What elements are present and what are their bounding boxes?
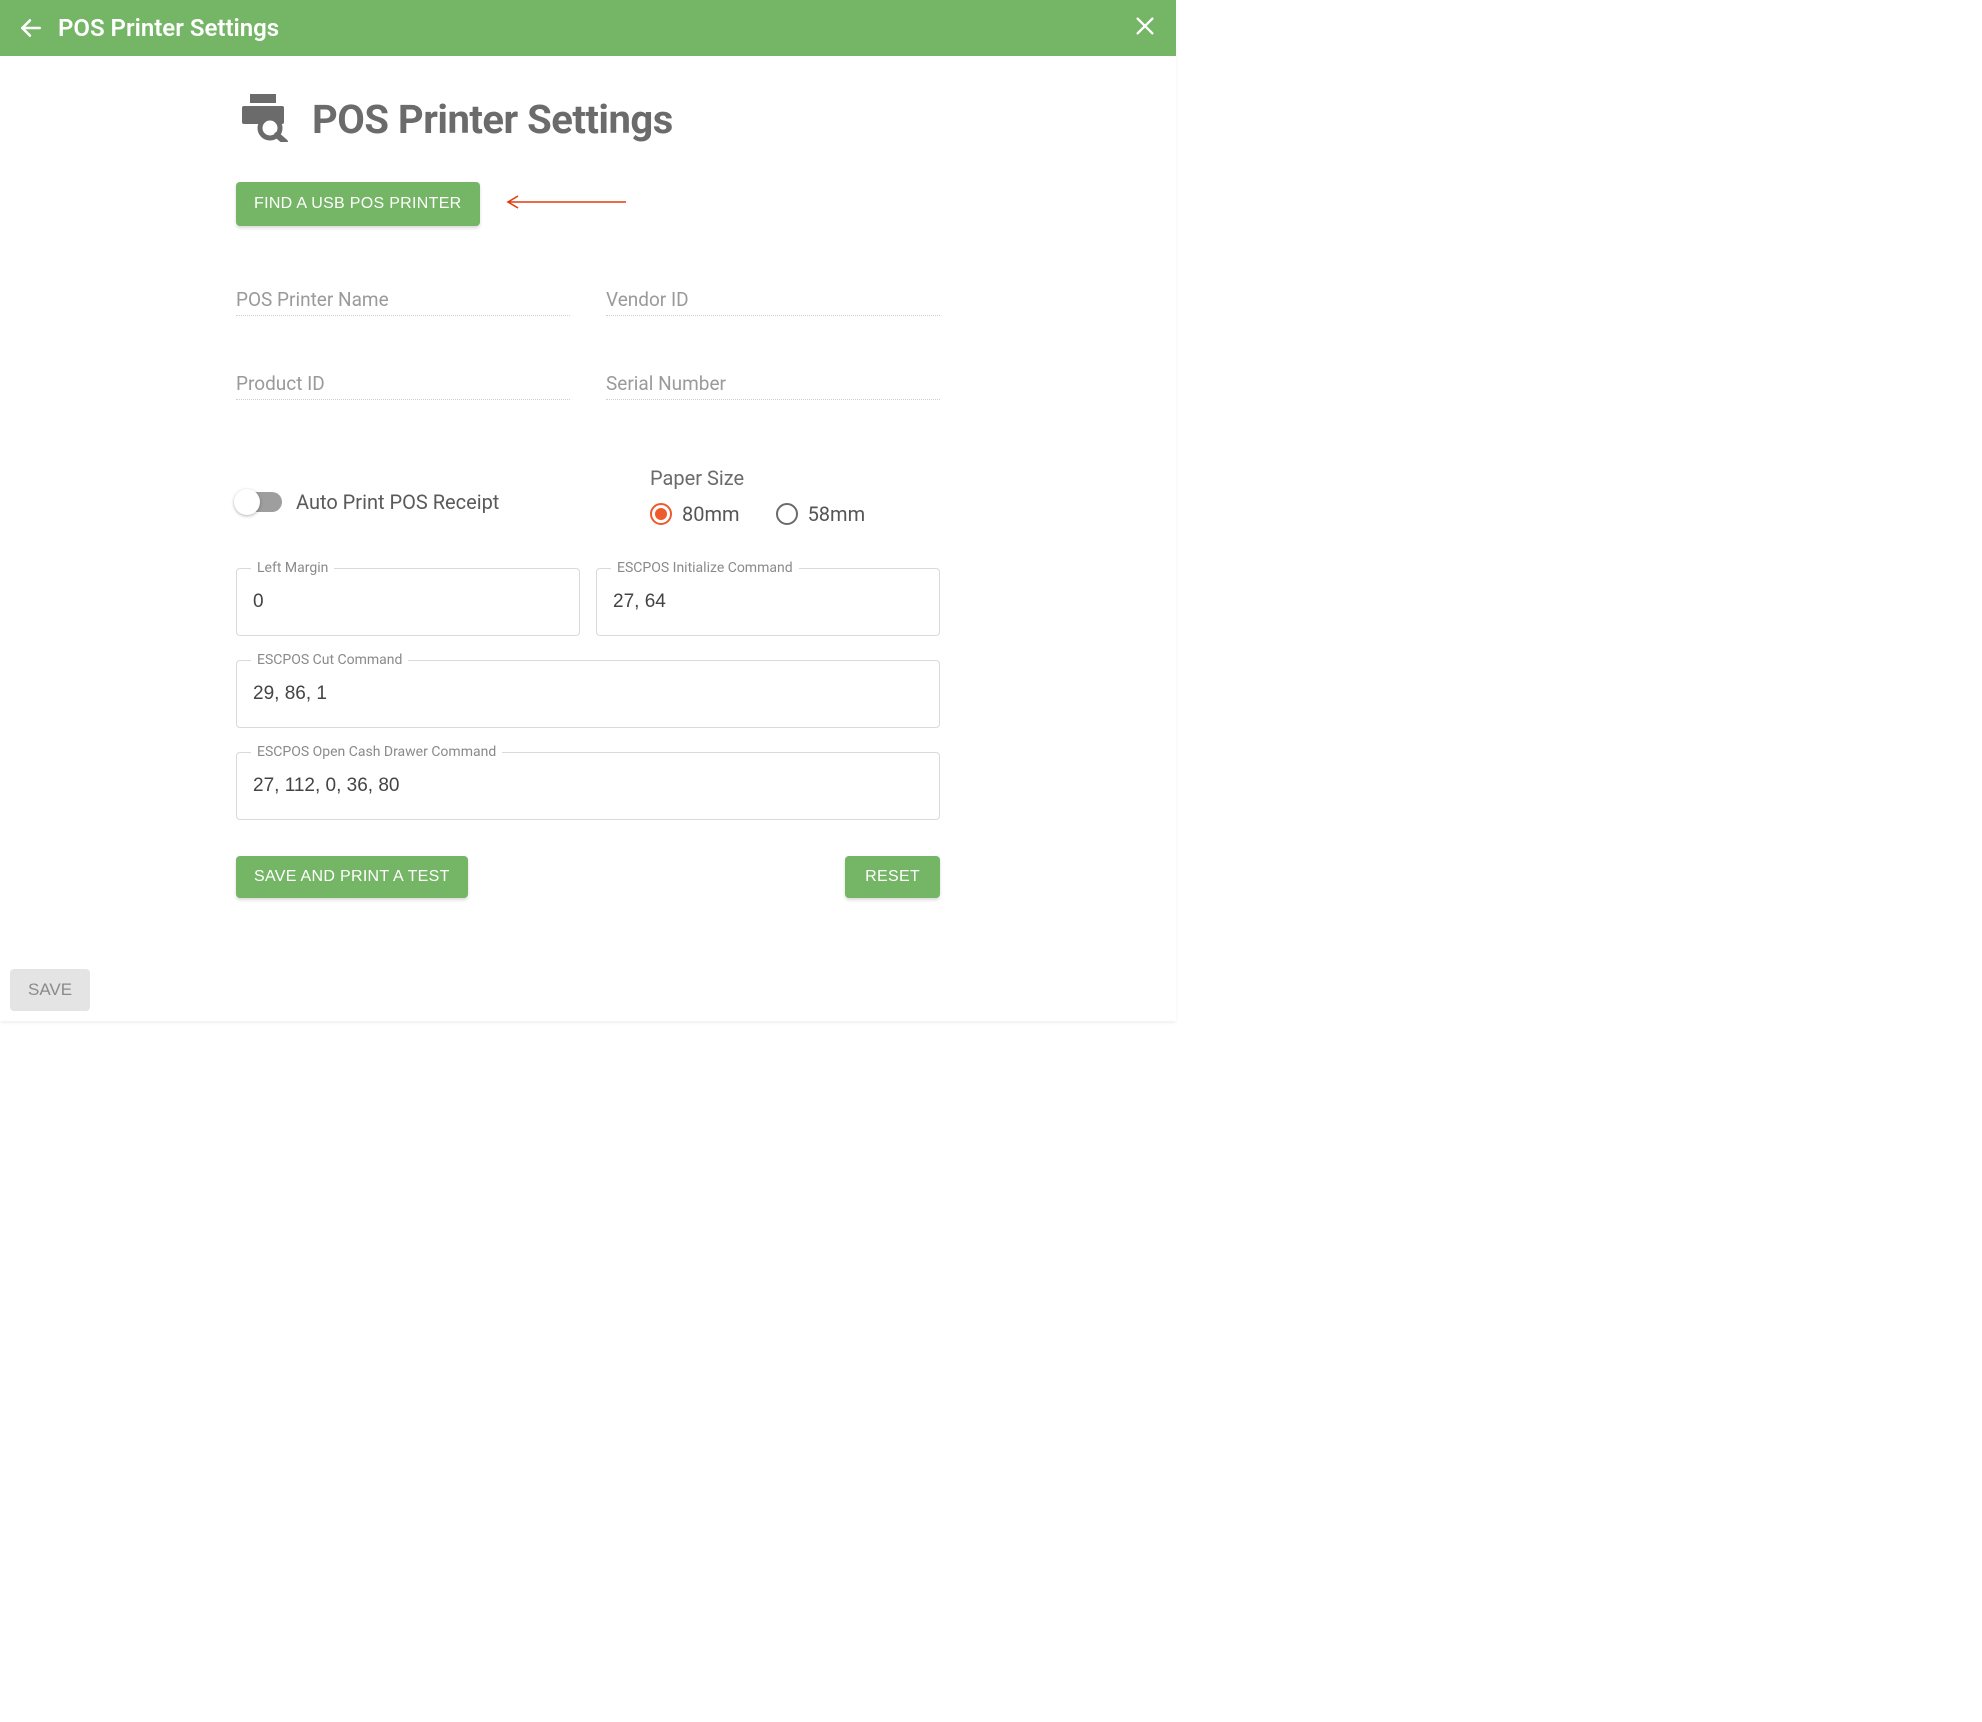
vendor-id-field[interactable]: Vendor ID xyxy=(606,288,940,316)
header-title: POS Printer Settings xyxy=(58,14,279,42)
printer-name-field[interactable]: POS Printer Name xyxy=(236,288,570,316)
reset-button[interactable]: RESET xyxy=(845,856,940,898)
paper-size-radio-58mm[interactable]: 58mm xyxy=(776,502,866,526)
escpos-cut-input[interactable] xyxy=(253,683,923,705)
printer-search-icon xyxy=(236,92,290,146)
auto-print-label: Auto Print POS Receipt xyxy=(296,490,499,514)
annotation-arrow-icon xyxy=(498,192,628,216)
escpos-init-field[interactable]: ESCPOS Initialize Command xyxy=(596,568,940,636)
escpos-init-label: ESCPOS Initialize Command xyxy=(611,560,799,576)
close-icon[interactable] xyxy=(1134,15,1156,41)
radio-unchecked-icon xyxy=(776,503,798,525)
paper-size-option-1: 58mm xyxy=(808,502,866,526)
save-and-print-test-button[interactable]: SAVE AND PRINT A TEST xyxy=(236,856,468,898)
paper-size-label: Paper Size xyxy=(650,466,940,490)
left-margin-field[interactable]: Left Margin xyxy=(236,568,580,636)
bottom-save-button[interactable]: SAVE xyxy=(10,969,90,1011)
escpos-drawer-label: ESCPOS Open Cash Drawer Command xyxy=(251,744,502,760)
escpos-drawer-input[interactable] xyxy=(253,775,923,797)
serial-number-field[interactable]: Serial Number xyxy=(606,372,940,400)
page-heading: POS Printer Settings xyxy=(236,92,940,146)
header-bar: POS Printer Settings xyxy=(0,0,1176,56)
left-margin-label: Left Margin xyxy=(251,560,334,576)
back-arrow-icon[interactable] xyxy=(18,15,44,41)
escpos-drawer-field[interactable]: ESCPOS Open Cash Drawer Command xyxy=(236,752,940,820)
paper-size-group: Paper Size 80mm 58mm xyxy=(650,466,940,526)
serial-number-label: Serial Number xyxy=(606,372,940,395)
auto-print-toggle[interactable] xyxy=(236,492,282,512)
escpos-cut-field[interactable]: ESCPOS Cut Command xyxy=(236,660,940,728)
escpos-cut-label: ESCPOS Cut Command xyxy=(251,652,408,668)
paper-size-radio-80mm[interactable]: 80mm xyxy=(650,502,740,526)
escpos-init-input[interactable] xyxy=(613,591,923,613)
page-title: POS Printer Settings xyxy=(312,96,673,143)
paper-size-option-0: 80mm xyxy=(682,502,740,526)
find-usb-printer-button[interactable]: FIND A USB POS PRINTER xyxy=(236,182,480,226)
left-margin-input[interactable] xyxy=(253,591,563,613)
radio-checked-icon xyxy=(650,503,672,525)
product-id-label: Product ID xyxy=(236,372,570,395)
vendor-id-label: Vendor ID xyxy=(606,288,940,311)
printer-name-label: POS Printer Name xyxy=(236,288,570,311)
product-id-field[interactable]: Product ID xyxy=(236,372,570,400)
